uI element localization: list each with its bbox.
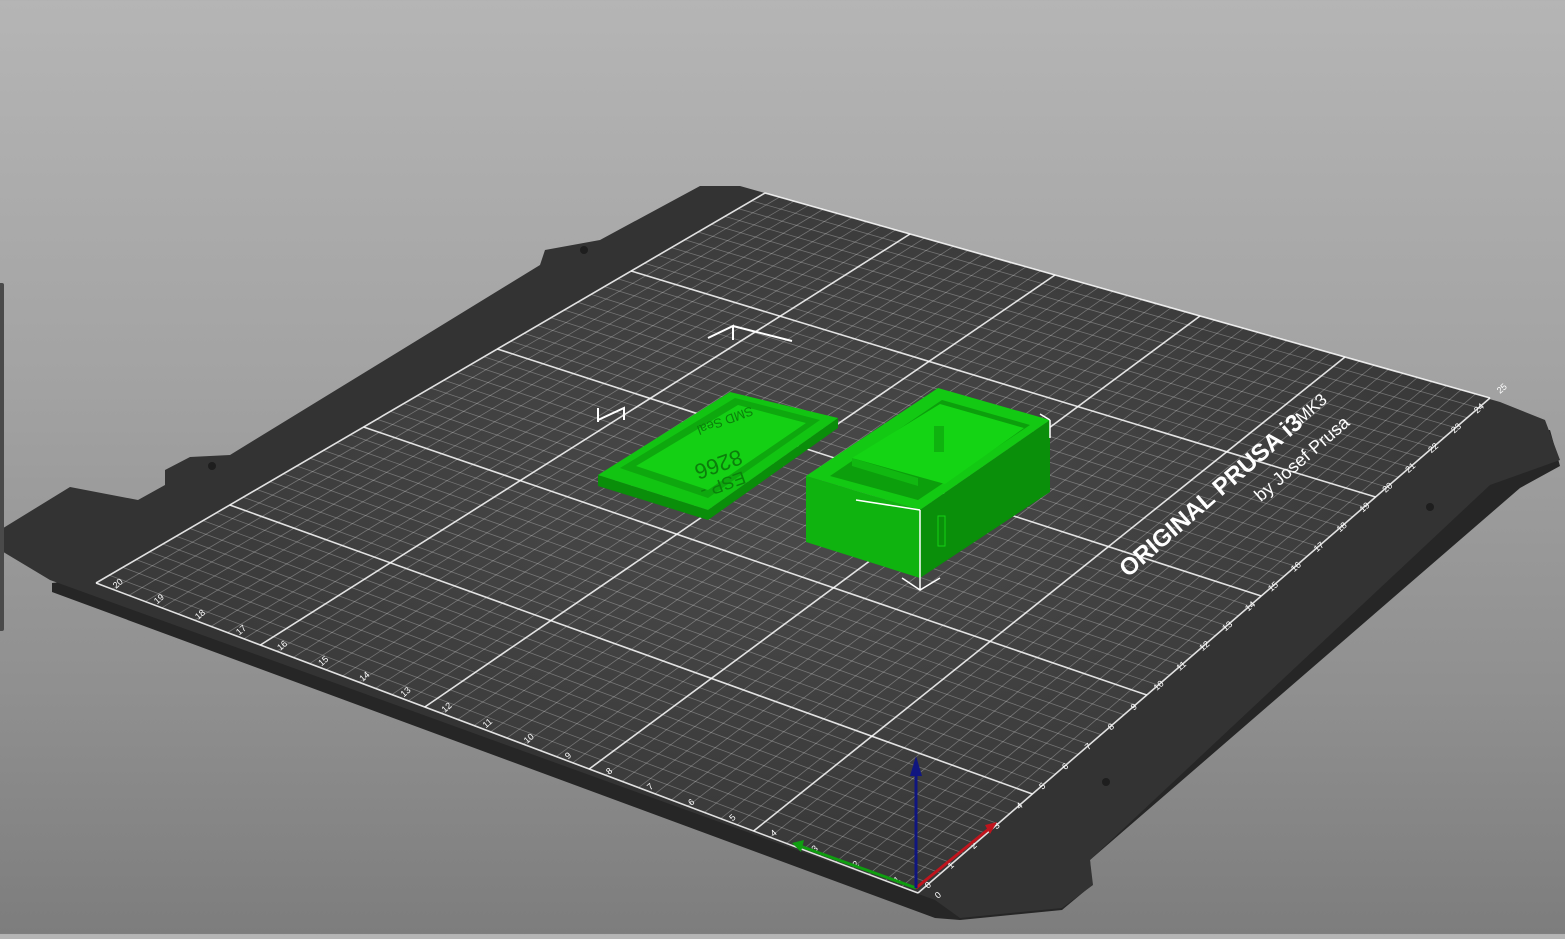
ruler-label: 25 <box>1495 381 1509 395</box>
bed-hole <box>1102 778 1110 786</box>
box-post <box>934 426 944 452</box>
sidebar-collapse-handle[interactable] <box>0 283 4 631</box>
bed-hole <box>208 462 216 470</box>
bed-hole <box>580 246 588 254</box>
box-slot <box>937 515 946 547</box>
3d-viewport[interactable]: 0 1 2 3 4 5 6 7 8 9 10 11 12 13 14 15 16 17 18 19 20 21 22 23 24… <box>0 0 1565 934</box>
bed-hole <box>1426 503 1434 511</box>
print-bed[interactable]: 0123456789101112131415161718192021222324… <box>0 186 1560 920</box>
